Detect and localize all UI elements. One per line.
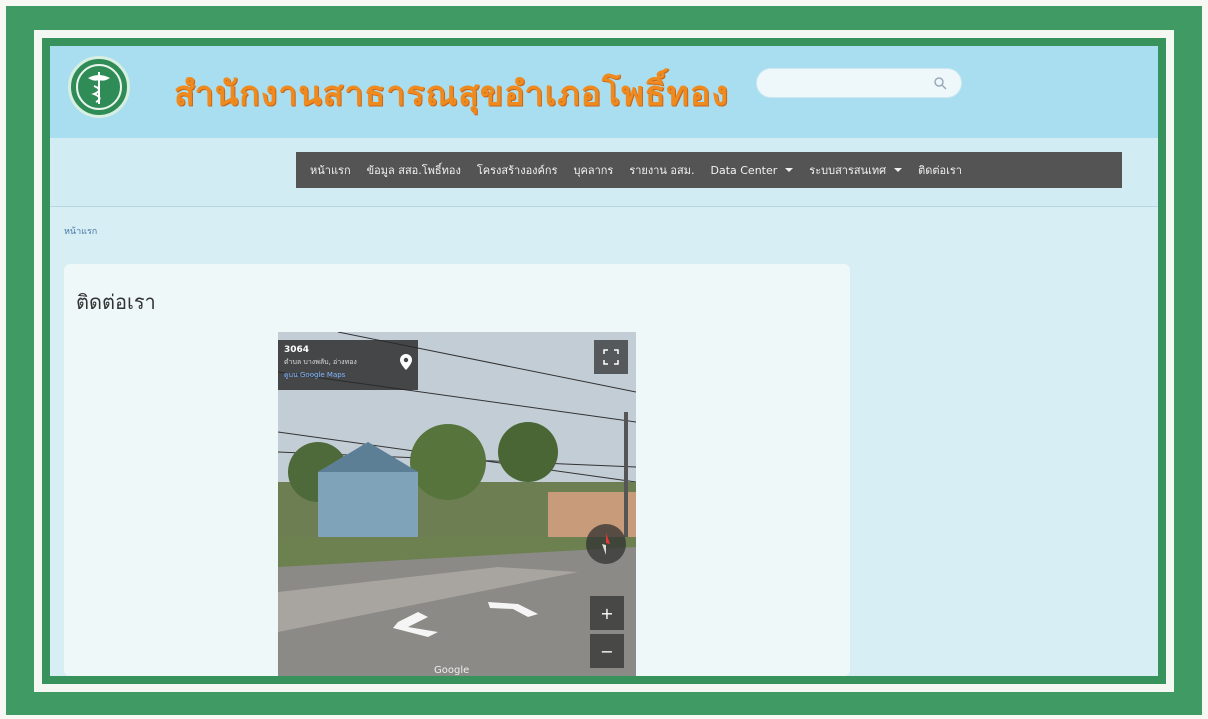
breadcrumb: หน้าแรก <box>64 224 97 238</box>
search-icon[interactable] <box>933 76 947 90</box>
frame-mat: สำนักงานสาธารณสุขอำเภอโพธิ์ทอง หน้าแรก ข… <box>34 30 1174 692</box>
nav-item-contact[interactable]: ติดต่อเรา <box>910 161 970 179</box>
dropdown-caret-icon <box>894 168 903 172</box>
nav-label: รายงาน อสม. <box>629 164 695 177</box>
frame-inner-border: สำนักงานสาธารณสุขอำเภอโพธิ์ทอง หน้าแรก ข… <box>42 38 1166 684</box>
fullscreen-button[interactable] <box>594 340 628 374</box>
nav-item-home[interactable]: หน้าแรก <box>302 161 359 179</box>
nav-label: หน้าแรก <box>310 164 351 177</box>
nav-label: ติดต่อเรา <box>918 164 962 177</box>
breadcrumb-home-link[interactable]: หน้าแรก <box>64 227 97 237</box>
compass-button[interactable] <box>586 524 626 564</box>
nav-label: ระบบสารสนเทศ <box>809 164 887 177</box>
nav-item-vhv-report[interactable]: รายงาน อสม. <box>621 161 702 179</box>
content-card: ติดต่อเรา 3064 ตำบล บางพลับ, อ่างทอง ดูบ… <box>64 264 850 676</box>
photo-frame: สำนักงานสาธารณสุขอำเภอโพธิ์ทอง หน้าแรก ข… <box>6 6 1202 715</box>
nav-item-data-center[interactable]: Data Center <box>702 164 801 177</box>
caduceus-icon <box>76 64 122 110</box>
place-title: 3064 <box>284 345 310 355</box>
zoom-in-button[interactable]: + <box>590 596 624 630</box>
place-info-card: 3064 ตำบล บางพลับ, อ่างทอง ดูบน Google M… <box>278 340 418 390</box>
search-input[interactable] <box>756 68 962 98</box>
nav-item-structure[interactable]: โครงสร้างองค์กร <box>469 161 566 179</box>
place-address: ตำบล บางพลับ, อ่างทอง <box>284 358 357 366</box>
site-title: สำนักงานสาธารณสุขอำเภอโพธิ์ทอง <box>174 74 729 114</box>
dropdown-caret-icon <box>785 168 794 172</box>
compass-icon <box>602 533 610 555</box>
nav-label: ข้อมูล สสอ.โพธิ์ทอง <box>366 164 461 177</box>
nav-item-about[interactable]: ข้อมูล สสอ.โพธิ์ทอง <box>359 161 469 179</box>
ministry-logo[interactable] <box>68 56 130 118</box>
nav-label: Data Center <box>710 163 778 177</box>
location-pin-icon[interactable] <box>400 354 412 370</box>
nav-label: โครงสร้างองค์กร <box>476 164 558 177</box>
view-in-google-maps-link[interactable]: ดูบน Google Maps <box>284 370 412 381</box>
page-title: ติดต่อเรา <box>76 290 156 314</box>
nav-label: บุคลากร <box>573 164 614 177</box>
nav-item-staff[interactable]: บุคลากร <box>565 161 621 179</box>
street-view-map[interactable]: 3064 ตำบล บางพลับ, อ่างทอง ดูบน Google M… <box>278 332 636 676</box>
google-attribution: Google <box>434 665 470 676</box>
fullscreen-icon <box>603 349 619 365</box>
webpage-screen: สำนักงานสาธารณสุขอำเภอโพธิ์ทอง หน้าแรก ข… <box>50 46 1158 676</box>
nav-item-information-system[interactable]: ระบบสารสนเทศ <box>801 161 910 179</box>
zoom-out-button[interactable]: − <box>590 634 624 668</box>
main-navbar: หน้าแรก ข้อมูล สสอ.โพธิ์ทอง โครงสร้างองค… <box>296 152 1122 188</box>
site-header: สำนักงานสาธารณสุขอำเภอโพธิ์ทอง <box>50 46 1158 138</box>
